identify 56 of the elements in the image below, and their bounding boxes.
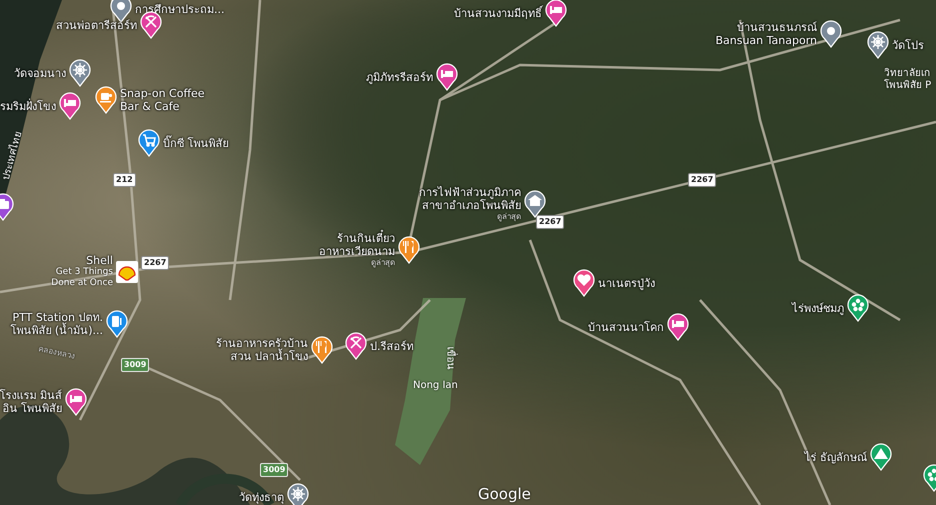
map-pin-icon[interactable] — [667, 313, 689, 341]
place-label[interactable]: ร้านอาหารครัวบ้าน สวน ปลาน้ำโขง — [216, 337, 308, 363]
map-label: เขื่อน — [444, 346, 456, 370]
map-pin-icon[interactable] — [69, 59, 91, 87]
map-pin-icon[interactable] — [847, 294, 869, 322]
road-number-sign: 2267 — [536, 215, 564, 229]
map-pin-icon[interactable] — [138, 129, 160, 157]
map-pin-icon[interactable] — [59, 92, 81, 120]
map-label: Nong Ian — [413, 380, 458, 392]
place-label[interactable]: รมริมฝั่งโขง — [0, 100, 56, 112]
place-label[interactable]: วัดจอมนาง — [14, 66, 66, 80]
place-label[interactable]: บ้านสวนธนภรณ์ Bansuan Tanaporn — [715, 21, 817, 47]
place-label[interactable]: ไร่พงษ์ชมภู — [792, 302, 844, 314]
map-pin-icon[interactable] — [436, 63, 458, 91]
google-logo: Google — [478, 486, 531, 503]
map-label: วิทยาลัยเก โพนพิสัย P — [884, 68, 932, 92]
place-label[interactable]: ไร่ ธัญลักษณ์ — [804, 450, 867, 464]
place-label[interactable]: นาเนตรปู่วัง — [598, 276, 655, 290]
road-number-sign: 2267 — [141, 256, 170, 270]
place-label[interactable]: บ้านสวนนาโคก — [588, 320, 664, 334]
map-pin-icon[interactable] — [573, 269, 595, 297]
map-pin-icon[interactable] — [820, 20, 842, 48]
place-label[interactable]: Shell — [86, 254, 113, 267]
map-pin-icon[interactable] — [545, 0, 567, 27]
place-label[interactable]: บ้านสวนงามมีฤทธิ์ — [454, 6, 542, 20]
place-label[interactable]: ป.รีสอร์ท — [370, 340, 414, 352]
place-label[interactable]: วัดทุ่งธาตุ — [239, 490, 284, 504]
place-note: ดูล่าสุด — [497, 212, 521, 222]
map-pin-icon[interactable] — [398, 236, 420, 264]
map-pin-icon[interactable] — [106, 310, 128, 338]
place-label[interactable]: การไฟฟ้าส่วนภูมิภาค สาขาอำเภอโพนพิสัย — [419, 186, 521, 212]
road-number-sign: 3009 — [121, 358, 150, 372]
map-pin-icon[interactable] — [870, 443, 892, 471]
place-label[interactable]: บิ๊กซี โพนพิสัย — [163, 136, 228, 150]
place-label[interactable]: ร้านกินเตี๋ยว อาหารเวียดนาม — [319, 232, 395, 258]
map-pin-icon[interactable] — [140, 11, 162, 39]
place-tagline: Get 3 Things Done at Once — [51, 267, 113, 289]
map-pin-icon[interactable] — [345, 332, 367, 360]
road-number-sign: 212 — [113, 173, 136, 187]
map-pin-icon[interactable] — [867, 31, 889, 59]
place-label[interactable]: สวนพ่อตารีสอร์ท — [56, 18, 137, 32]
road-number-sign: 2267 — [688, 173, 716, 187]
place-label[interactable]: ภูมิภัทรรีสอร์ท — [366, 70, 433, 84]
map-pin-icon[interactable] — [524, 190, 546, 218]
road-number-sign: 3009 — [260, 463, 288, 477]
map-pin-icon[interactable] — [311, 336, 333, 364]
map-label: คลองหลวง — [37, 343, 76, 363]
place-label[interactable]: Snap-on Coffee Bar & Cafe — [120, 87, 205, 113]
place-label[interactable]: การศึกษาประถม... — [135, 2, 224, 16]
place-note: ดูล่าสุด — [371, 258, 395, 268]
shell-logo-icon[interactable] — [116, 260, 138, 282]
map-pin-icon[interactable] — [65, 388, 87, 416]
map-pin-icon[interactable] — [95, 86, 117, 114]
place-label[interactable]: PTT Station ปตท. โพนพิสัย (น้ำมัน)... — [10, 311, 103, 337]
place-label[interactable]: วัดโปร — [892, 38, 924, 52]
map-pin-icon[interactable] — [287, 483, 309, 505]
